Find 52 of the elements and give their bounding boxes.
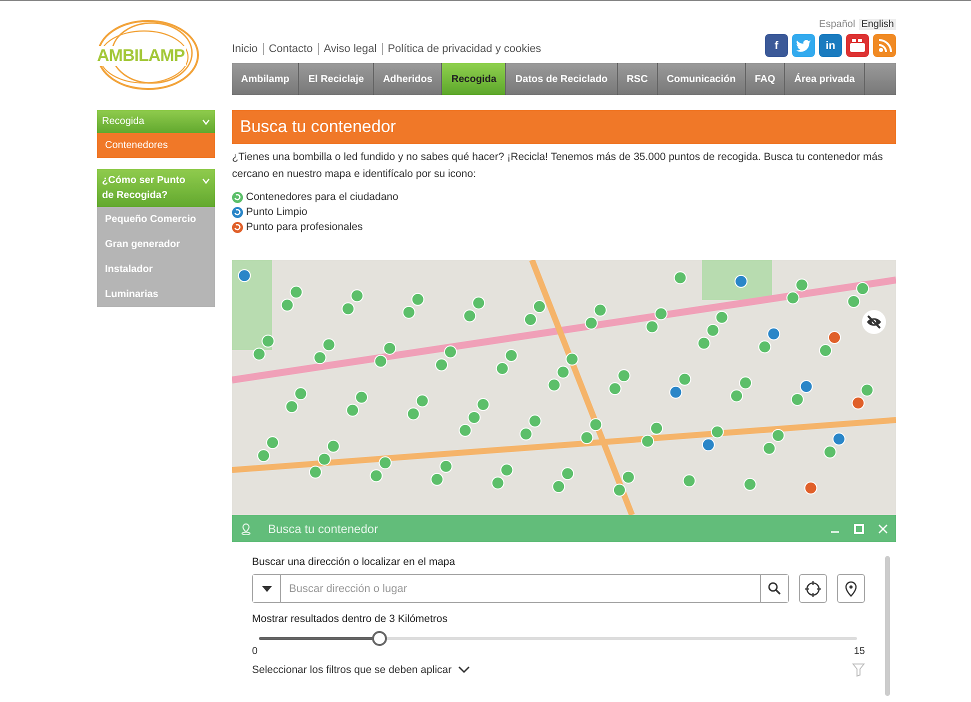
- chevron-icon[interactable]: [202, 119, 210, 125]
- map-pin-button[interactable]: [837, 574, 865, 603]
- slider-max-label: 15: [854, 646, 865, 657]
- sidebar-group-header[interactable]: ¿Cómo ser Punto de Recogida?: [97, 169, 215, 207]
- caret-icon: [262, 586, 272, 592]
- chevron-down-icon[interactable]: [458, 666, 470, 674]
- nav-tab[interactable]: Comunicación: [658, 63, 746, 95]
- rss-icon[interactable]: [873, 34, 896, 57]
- top-link[interactable]: Inicio: [232, 43, 263, 55]
- top-link[interactable]: Política de privacidad y cookies: [382, 43, 546, 55]
- sidebar-item[interactable]: Gran generador: [97, 232, 215, 257]
- sidebar-item[interactable]: Contenedores: [97, 133, 215, 158]
- youtube-icon[interactable]: [846, 34, 869, 57]
- logo-text[interactable]: AMBILAMP: [96, 46, 186, 66]
- dropdown-button[interactable]: [253, 575, 281, 602]
- legend-label: Punto Limpio: [246, 206, 308, 218]
- intro-text: ¿Tienes una bombilla o led fundido y no sabes qué hacer? ¡Recicla! Tenemos más de 35.000 puntos de recogida. Busca tu contenedor más cercano en nuestro mapa e identifícalo por su icono:: [232, 150, 884, 182]
- hide-eye-icon[interactable]: [862, 310, 886, 334]
- top-link[interactable]: Contacto: [262, 43, 318, 55]
- nav-tab[interactable]: Datos de Reciclado: [506, 63, 618, 95]
- locate-button[interactable]: [799, 574, 827, 603]
- sidebar-group-header[interactable]: Recogida: [97, 110, 215, 133]
- sidebar-item[interactable]: Luminarias: [97, 282, 215, 307]
- slider-min-label: 0: [252, 646, 258, 657]
- slider-thumb[interactable]: [372, 631, 387, 646]
- language-link[interactable]: English: [859, 19, 896, 30]
- filters-toggle[interactable]: Seleccionar los filtros que se deben aplicar: [252, 664, 452, 676]
- nav-tab[interactable]: El Reciclaje: [299, 63, 374, 95]
- panel-title: Busca tu contenedor: [268, 522, 380, 536]
- sidebar-item[interactable]: Pequeño Comercio: [97, 207, 215, 232]
- language-link[interactable]: Español: [819, 19, 856, 30]
- twitter-bird-icon[interactable]: [792, 34, 815, 57]
- search-label: Buscar una dirección o localizar en el mapa: [252, 556, 456, 568]
- location-pin-icon: [240, 522, 252, 534]
- legend-label: Contenedores para el ciudadano: [246, 191, 398, 203]
- nav-tab[interactable]: RSC: [618, 63, 658, 95]
- nav-tab[interactable]: FAQ: [746, 63, 786, 95]
- top-link[interactable]: Aviso legal: [318, 43, 382, 55]
- search-icon: [768, 582, 781, 595]
- page-heading: Busca tu contenedor: [232, 110, 896, 144]
- crosshair-icon: [805, 580, 821, 596]
- sidebar-item[interactable]: Instalador: [97, 257, 215, 282]
- legend-label: Punto para profesionales: [246, 221, 363, 233]
- search-bar[interactable]: Buscar dirección o lugar: [252, 574, 789, 603]
- nav-tab[interactable]: Área privada: [785, 63, 865, 95]
- search-button[interactable]: [760, 575, 788, 602]
- linkedin-icon[interactable]: in: [819, 34, 842, 57]
- range-label: Mostrar resultados dentro de 3 Kilómetros: [252, 613, 449, 625]
- nav-tab[interactable]: Ambilamp: [232, 63, 300, 95]
- map-pin-icon: [845, 580, 857, 596]
- facebook-icon[interactable]: f: [765, 34, 788, 57]
- nav-tab[interactable]: Recogida: [442, 63, 506, 95]
